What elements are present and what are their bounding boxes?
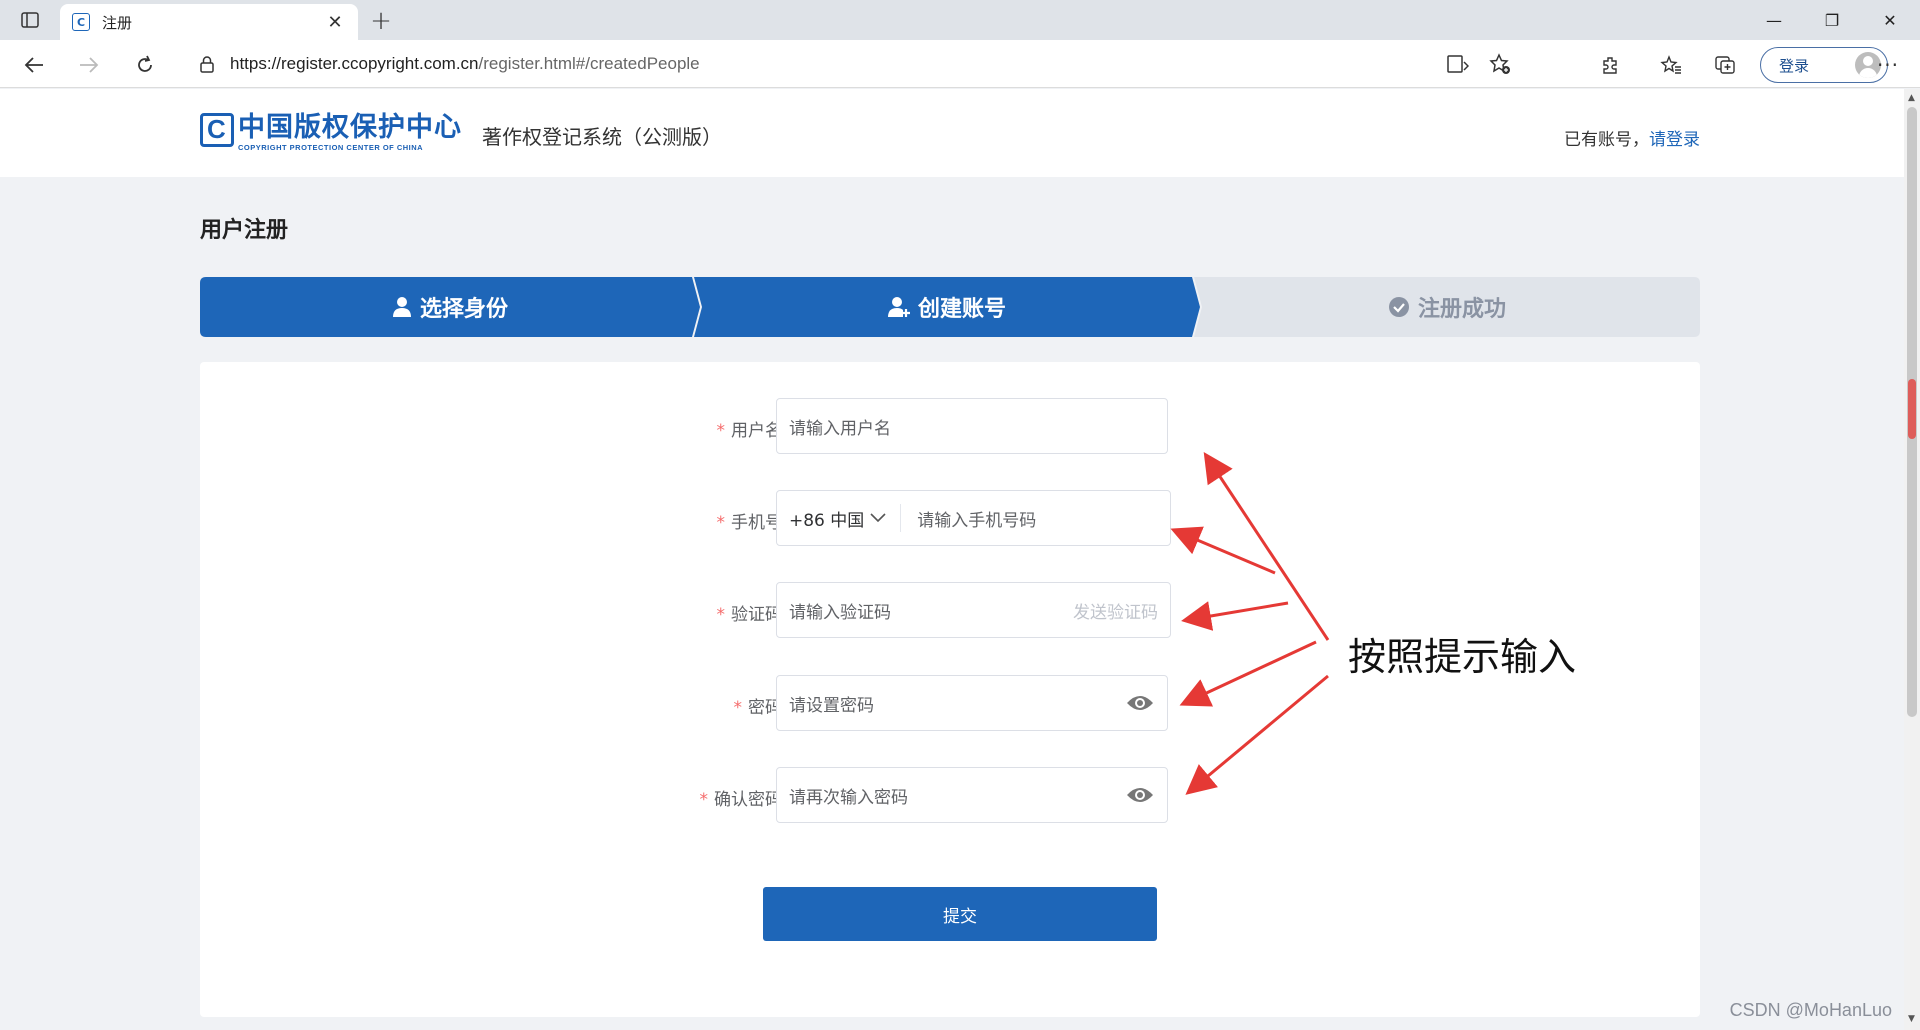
page-scrollbar[interactable]: ▲ ▼: [1904, 89, 1920, 1030]
annotation-text: 按照提示输入: [1348, 635, 1577, 679]
arrow-to-code: [1181, 601, 1289, 631]
watermark: CSDN @MoHanLuo: [1729, 1000, 1892, 1020]
scroll-highlight: [1908, 379, 1916, 439]
arrow-to-confirm: [1185, 674, 1329, 795]
scroll-down-icon[interactable]: ▼: [1908, 1014, 1915, 1024]
scroll-up-icon[interactable]: ▲: [1908, 93, 1915, 103]
arrow-to-password: [1179, 640, 1317, 707]
annotation-arrows: [1170, 451, 1330, 795]
